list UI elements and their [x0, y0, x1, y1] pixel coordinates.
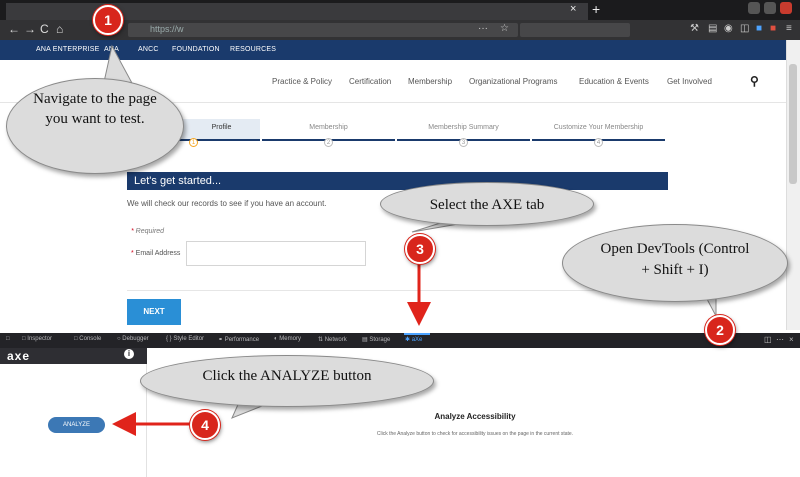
maximize-icon[interactable] — [764, 2, 776, 14]
step-number: 3 — [459, 138, 468, 147]
page-actions-icon[interactable]: ··· — [478, 23, 488, 34]
step-badge-2: 2 — [705, 315, 735, 345]
nav-education-events[interactable]: Education & Events — [579, 77, 649, 86]
devtools-tab-memory[interactable]: ◐ Memory — [274, 336, 301, 342]
devtools-tab-console[interactable]: □ Console — [74, 336, 101, 342]
tab-label: Debugger — [122, 336, 149, 342]
devtools-options-icon[interactable]: ⋯ — [776, 335, 784, 344]
dock-icon[interactable]: ◫ — [764, 335, 772, 344]
callout-text: Click the ANALYZE button — [202, 368, 372, 384]
devtools-tab-debugger[interactable]: ○ Debugger — [117, 336, 149, 342]
devtools-pick-icon[interactable]: □ — [6, 336, 10, 342]
panel-title: Analyze Accessibility — [434, 412, 516, 421]
panel-description: Click the Analyze button to check for ac… — [376, 431, 574, 437]
required-text: Required — [135, 228, 165, 235]
tab-label: Memory — [279, 336, 301, 342]
forward-icon[interactable]: → — [24, 22, 36, 36]
axe-sidebar — [0, 348, 147, 477]
email-label: * Email Address — [131, 250, 181, 257]
new-tab-button[interactable]: + — [592, 1, 600, 17]
step-label: Membership Summary — [428, 124, 499, 131]
required-note: * Required — [131, 228, 165, 235]
url-text: https://w — [150, 24, 184, 34]
step-number: 1 — [189, 138, 198, 147]
axe-extension-icon[interactable]: ■ — [756, 23, 762, 34]
step-badge-1: 1 — [93, 5, 123, 35]
tab-label: Performance — [224, 337, 260, 343]
callout-text: Open DevTools (Control + Shift + I) — [600, 241, 750, 278]
callout-analyze: Click the ANALYZE button — [140, 355, 434, 407]
strip-link-ancc[interactable]: ANCC — [138, 46, 159, 53]
menu-icon[interactable]: ≡ — [786, 23, 792, 34]
step-badge-3: 3 — [405, 234, 435, 264]
minimize-icon[interactable] — [748, 2, 760, 14]
devtools-tab-network[interactable]: ⇅ Network — [318, 336, 347, 343]
nav-organizational-programs[interactable]: Organizational Programs — [469, 77, 557, 86]
email-label-text: Email Address — [135, 250, 181, 257]
strip-link-foundation[interactable]: FOUNDATION — [172, 46, 220, 53]
step-badge-4: 4 — [190, 410, 220, 440]
tab-label: Storage — [369, 337, 391, 343]
form-divider — [127, 290, 668, 291]
search-icon[interactable]: ⚲ — [750, 74, 759, 88]
step-number: 2 — [324, 138, 333, 147]
library-icon[interactable]: ▤ — [708, 23, 717, 34]
tools-icon[interactable]: ⚒ — [690, 23, 699, 34]
window-close-icon[interactable] — [780, 2, 792, 14]
tab-label: Inspector — [27, 336, 52, 342]
devtools-tab-style-editor[interactable]: { } Style Editor — [166, 336, 204, 342]
callout-select-axe: Select the AXE tab — [380, 182, 594, 226]
bookmark-star-icon[interactable]: ☆ — [500, 23, 509, 34]
active-tab-indicator — [404, 333, 430, 335]
info-icon[interactable]: i — [124, 349, 134, 359]
devtools-tab-axe[interactable]: ✱ aXe — [405, 336, 422, 343]
tab-label: Style Editor — [173, 336, 205, 342]
devtools-close-icon[interactable]: × — [789, 335, 794, 344]
devtools-tab-inspector[interactable]: □ Inspector — [22, 336, 52, 342]
devtools-tab-performance[interactable]: ⚭ Performance — [218, 336, 259, 343]
tab-label: Network — [324, 337, 347, 343]
back-icon[interactable]: ← — [8, 22, 20, 36]
tab-label: aXe — [411, 337, 423, 343]
axe-logo: axe — [7, 349, 31, 363]
step-label: Membership — [309, 124, 348, 131]
nav-certification[interactable]: Certification — [349, 77, 391, 86]
devtools-tab-storage[interactable]: ▤ Storage — [362, 336, 390, 343]
callout-navigate: Navigate to the page you want to test. — [6, 78, 184, 174]
nav-membership[interactable]: Membership — [408, 77, 452, 86]
step-label: Profile — [211, 124, 232, 131]
form-banner: Let's get started... — [127, 172, 668, 190]
nav-practice-policy[interactable]: Practice & Policy — [272, 77, 332, 86]
pdf-extension-icon[interactable]: ■ — [770, 23, 776, 34]
strip-link-ana[interactable]: ANA — [104, 46, 119, 53]
next-button[interactable]: NEXT — [127, 299, 181, 325]
reload-icon[interactable]: C — [40, 22, 49, 36]
email-field[interactable] — [186, 241, 366, 266]
sync-icon[interactable]: ◉ — [724, 23, 733, 34]
home-icon[interactable]: ⌂ — [56, 22, 63, 36]
browser-search-box[interactable] — [520, 23, 630, 37]
tab-close-icon[interactable]: × — [570, 3, 576, 15]
step-number: 4 — [594, 138, 603, 147]
callout-text: Navigate to the page you want to test. — [33, 91, 157, 127]
nav-get-involved[interactable]: Get Involved — [667, 77, 712, 86]
sidebar-icon[interactable]: ◫ — [740, 23, 749, 34]
url-bar[interactable] — [128, 23, 518, 37]
strip-link-resources[interactable]: RESOURCES — [230, 46, 276, 53]
callout-open-devtools: Open DevTools (Control + Shift + I) — [562, 224, 788, 302]
intro-text: We will check our records to see if you … — [127, 199, 327, 208]
scrollbar-thumb[interactable] — [789, 64, 797, 184]
step-label: Customize Your Membership — [553, 124, 644, 131]
callout-text: Select the AXE tab — [429, 197, 545, 213]
analyze-button[interactable]: ANALYZE — [48, 417, 105, 433]
tab-label: Console — [79, 336, 102, 342]
strip-link-ana-enterprise[interactable]: ANA ENTERPRISE — [36, 46, 99, 53]
